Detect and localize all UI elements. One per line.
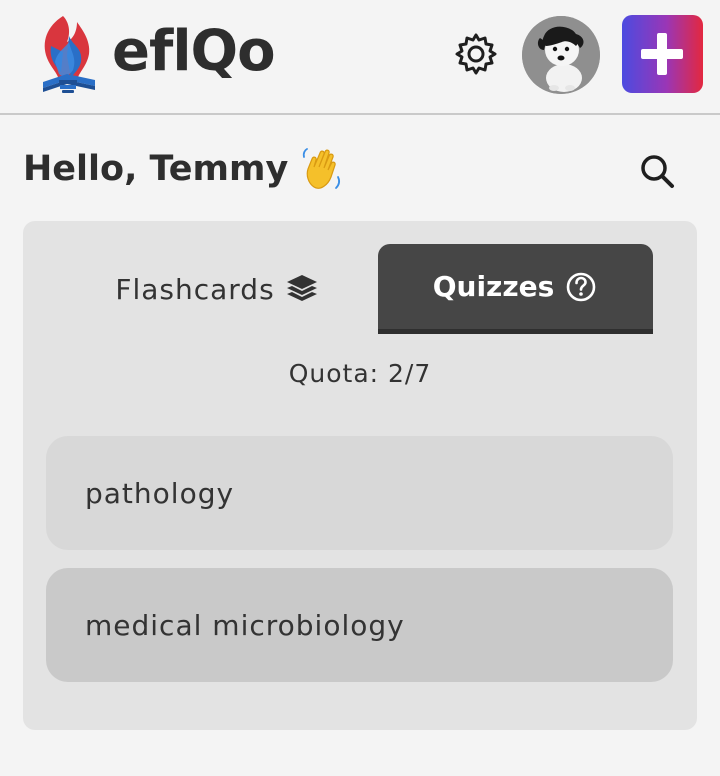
content-card: Flashcards Quizzes Quota: 2/7 pathology …: [23, 221, 697, 730]
topic-item[interactable]: medical microbiology: [46, 568, 673, 682]
layers-icon: [286, 275, 317, 301]
tab-quizzes[interactable]: Quizzes: [378, 244, 653, 334]
add-button[interactable]: [622, 15, 703, 93]
app-page: eflQo Hello, Temmy Flashcards Quizzes Qu…: [0, 0, 720, 776]
tab-quizzes-label: Quizzes: [432, 270, 555, 303]
topic-label: pathology: [85, 476, 235, 510]
tab-flashcards[interactable]: Flashcards: [67, 244, 367, 334]
tab-flashcards-label: Flashcards: [115, 272, 275, 306]
gear-icon[interactable]: [452, 29, 500, 77]
waving-hand-icon: [303, 148, 341, 189]
app-name: eflQo: [112, 19, 276, 84]
topic-label: medical microbiology: [85, 608, 405, 642]
logo-icon: [43, 16, 95, 93]
search-icon[interactable]: [636, 150, 680, 194]
help-circle-icon: [566, 272, 596, 301]
user-avatar[interactable]: [522, 16, 600, 94]
greeting: Hello, Temmy: [23, 143, 344, 195]
avatar-dog-icon: [522, 16, 600, 94]
quota-text: Quota: 2/7: [288, 359, 432, 388]
greeting-text: Hello, Temmy: [23, 149, 289, 189]
top-header: eflQo: [0, 0, 720, 115]
topic-item[interactable]: pathology: [46, 436, 673, 550]
